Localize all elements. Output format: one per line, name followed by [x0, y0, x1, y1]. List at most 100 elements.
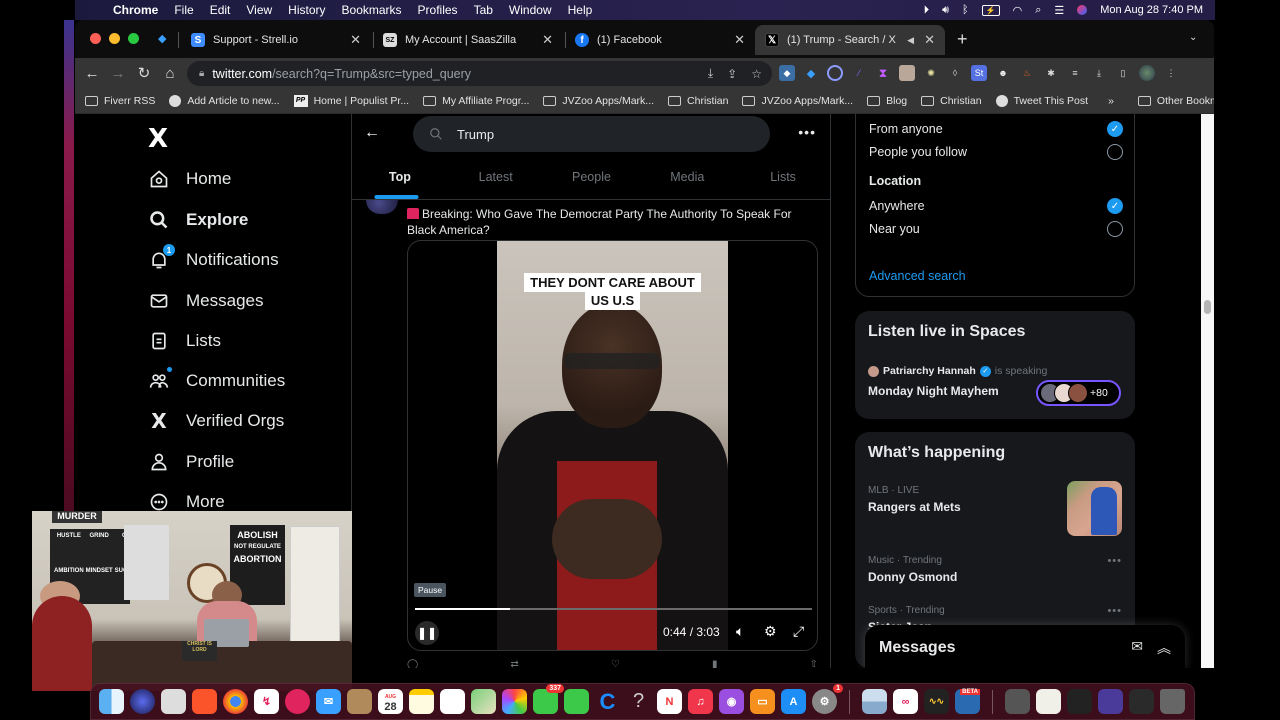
reload-button[interactable]: ↻ [131, 64, 157, 82]
close-tab-icon[interactable]: ✕ [350, 32, 361, 48]
extension-hourglass-icon[interactable]: ⧗ [875, 65, 891, 81]
books-icon[interactable]: ▭ [750, 689, 775, 714]
radio-checked-icon[interactable]: ✓ [1107, 121, 1123, 137]
tab-people[interactable]: People [544, 160, 640, 199]
close-window-button[interactable] [90, 33, 101, 44]
new-message-icon[interactable]: ✉︎ [1131, 638, 1143, 658]
reply-icon[interactable]: ◯ [407, 659, 418, 668]
extension-world-icon[interactable]: ✺ [923, 65, 939, 81]
chrome-icon[interactable] [223, 689, 248, 714]
pinned-tab-gem-icon[interactable]: ◆ [158, 32, 166, 45]
maps-icon[interactable] [471, 689, 496, 714]
minimize-window-button[interactable] [109, 33, 120, 44]
messages-drawer[interactable]: Messages ✉︎ ︽ [865, 625, 1185, 668]
music-icon[interactable]: ♫ [688, 689, 713, 714]
tab-saaszilla[interactable]: SZ My Account | SaasZilla ✕ [373, 25, 563, 55]
menu-app-name[interactable]: Chrome [113, 3, 158, 17]
advanced-search-link[interactable]: Advanced search [869, 269, 966, 283]
search-box[interactable] [413, 116, 770, 152]
news-icon[interactable]: N [657, 689, 682, 714]
bookmark-item[interactable]: Blog [867, 95, 907, 107]
app-store-icon[interactable]: A [781, 689, 806, 714]
tab-audio-icon[interactable]: ◀︎ [907, 35, 914, 46]
extension-drop-icon[interactable]: ◊ [947, 65, 963, 81]
space-speaker[interactable]: Patriarchy Hannah ✓ is speaking [868, 365, 1047, 377]
extensions-puzzle-icon[interactable]: ✱ [1043, 65, 1059, 81]
volume-icon[interactable]: 🔈︎ [736, 623, 744, 640]
extension-pen-icon[interactable]: ⁄ [851, 65, 867, 81]
authy-icon[interactable] [285, 689, 310, 714]
recent-doc-icon[interactable] [1067, 689, 1092, 714]
share-icon[interactable]: ⇧ [810, 659, 818, 668]
bookmark-item[interactable]: Tweet This Post [995, 94, 1088, 107]
spotlight-icon[interactable]: ⌕ [1035, 4, 1041, 17]
menu-help[interactable]: Help [568, 3, 593, 17]
bookmark-item[interactable]: My Affiliate Progr... [423, 95, 529, 107]
launchpad-icon[interactable] [161, 689, 186, 714]
clock[interactable]: Mon Aug 28 7:40 PM [1100, 4, 1203, 16]
extension-owl-icon[interactable]: ☻ [995, 65, 1011, 81]
new-tab-button[interactable]: + [957, 29, 968, 50]
radio-unchecked-icon[interactable] [1107, 221, 1123, 237]
bookmark-item[interactable]: JVZoo Apps/Mark... [742, 95, 853, 107]
bluetooth-icon[interactable]: ᛒ [962, 4, 969, 16]
filter-people-you-follow[interactable]: People you follow [869, 144, 1123, 160]
filter-anywhere[interactable]: Anywhere ✓ [869, 198, 1123, 214]
recent-doc-icon[interactable] [1005, 689, 1030, 714]
filter-from-anyone[interactable]: From anyone ✓ [869, 121, 1123, 137]
nav-home[interactable]: Home [148, 164, 231, 194]
menu-profiles[interactable]: Profiles [418, 3, 458, 17]
downloads-icon[interactable]: ⤓ [1091, 65, 1107, 81]
waveform-app-icon[interactable]: ∿∿ [924, 689, 949, 714]
trend-more-icon[interactable]: ••• [1107, 555, 1122, 567]
like-icon[interactable]: ♡ [611, 659, 620, 668]
menu-edit[interactable]: Edit [210, 3, 231, 17]
close-tab-icon[interactable]: ✕ [924, 32, 935, 48]
siri-icon[interactable] [130, 689, 155, 714]
chrome-menu-icon[interactable]: ⋮ [1163, 65, 1179, 81]
menu-window[interactable]: Window [509, 3, 552, 17]
recent-doc-icon[interactable] [1098, 689, 1123, 714]
bookmark-item[interactable]: JVZoo Apps/Mark... [543, 95, 654, 107]
menu-history[interactable]: History [288, 3, 325, 17]
profile-avatar[interactable] [1139, 65, 1155, 81]
volume-icon[interactable]: 🔊︎ [942, 4, 949, 17]
views-icon[interactable]: ▮ [712, 659, 718, 668]
maximize-window-button[interactable] [128, 33, 139, 44]
battery-icon[interactable]: ⚡ [981, 4, 1000, 16]
flow-app-icon[interactable]: ↯ [254, 689, 279, 714]
install-app-icon[interactable]: ⤓ [708, 66, 713, 81]
extension-st-icon[interactable]: St [971, 65, 987, 81]
bookmark-item[interactable]: Christian [668, 95, 728, 107]
share-icon[interactable]: ⇪ [727, 67, 737, 81]
trend-more-icon[interactable]: ••• [1107, 605, 1122, 617]
bookmark-star-icon[interactable]: ☆ [751, 67, 762, 81]
extension-photo-icon[interactable] [899, 65, 915, 81]
bookmark-item[interactable]: PP Home | Populist Pr... [293, 94, 409, 107]
screen-recorder-icon[interactable]: C [595, 689, 620, 714]
page-scrollbar[interactable] [1201, 114, 1214, 668]
space-name[interactable]: Monday Night Mayhem [868, 384, 999, 398]
home-button[interactable]: ⌂ [157, 65, 183, 82]
recent-doc-icon[interactable] [1129, 689, 1154, 714]
lock-icon[interactable]: 🔒︎ [199, 68, 204, 79]
nav-communities[interactable]: Communities [148, 366, 285, 396]
tab-facebook[interactable]: f (1) Facebook ✕ [565, 25, 755, 55]
scrollbar-thumb[interactable] [1204, 300, 1211, 314]
nav-messages[interactable]: Messages [148, 286, 263, 316]
close-tab-icon[interactable]: ✕ [542, 32, 553, 48]
beta-app-icon[interactable]: BETA [955, 689, 980, 714]
bookmark-item[interactable]: Christian [921, 95, 982, 107]
wifi-icon[interactable]: ◠ [1013, 4, 1023, 17]
extension-circle-icon[interactable] [827, 65, 843, 81]
back-button[interactable]: ← [79, 65, 105, 82]
nav-notifications[interactable]: 1 Notifications [148, 244, 279, 275]
trash-icon[interactable] [1160, 689, 1185, 714]
tab-latest[interactable]: Latest [448, 160, 544, 199]
settings-gear-icon[interactable]: ⚙ [764, 623, 777, 640]
tweet-video-player[interactable]: THEY DONT CARE ABOUT US U.S Pause ❚❚ 0:4… [407, 240, 818, 651]
podcasts-icon[interactable]: ◉ [719, 689, 744, 714]
menu-file[interactable]: File [174, 3, 193, 17]
control-center-icon[interactable]: ☰ [1054, 4, 1064, 17]
media-queue-icon[interactable]: ≡ [1067, 65, 1083, 81]
